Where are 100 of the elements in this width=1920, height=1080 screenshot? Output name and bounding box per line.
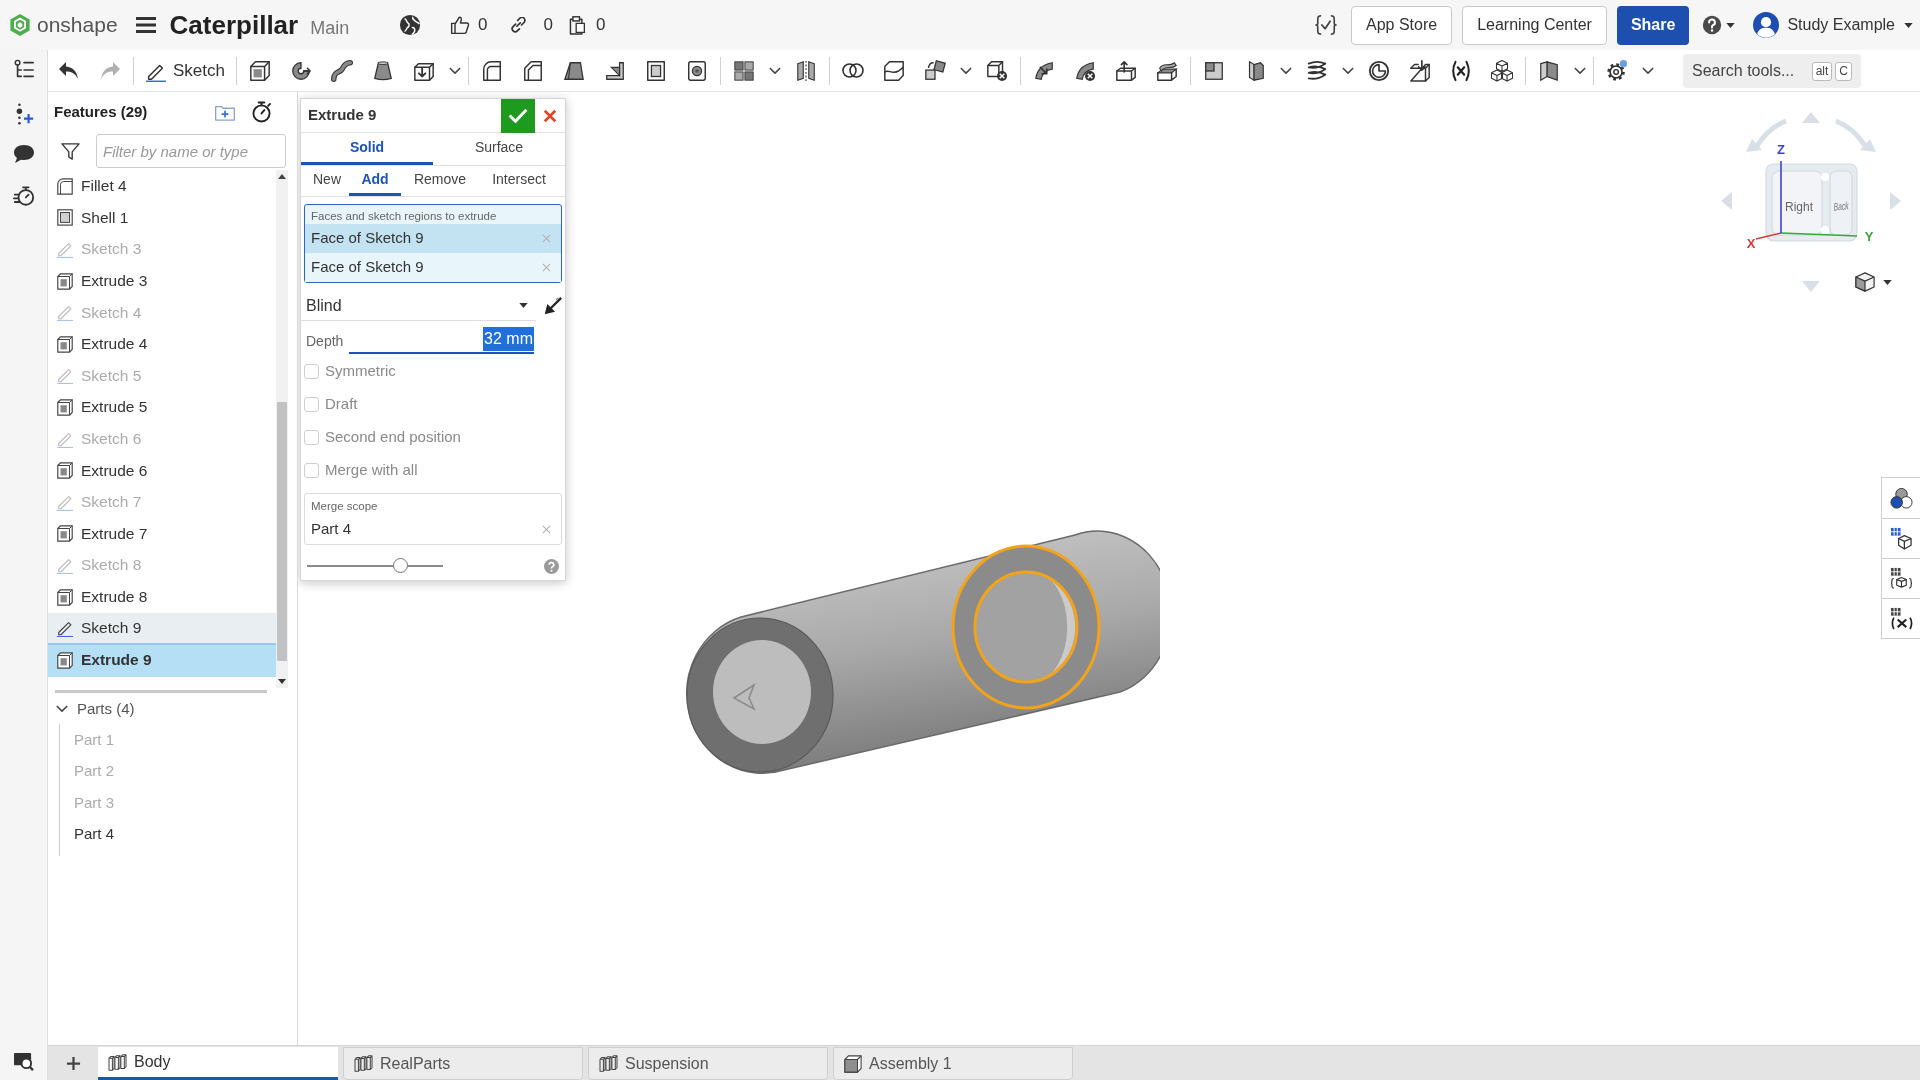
part-item[interactable]: Part 4 <box>60 818 259 850</box>
chevron-down-icon[interactable] <box>1280 66 1292 75</box>
selection-item[interactable]: Face of Sketch 9 <box>305 224 561 253</box>
header-button[interactable]: App Store <box>1351 5 1453 45</box>
share-button[interactable]: Share <box>1616 5 1690 45</box>
braces-check-icon[interactable] <box>1314 14 1338 36</box>
plane-icon[interactable] <box>1203 59 1225 82</box>
pie-circle-icon[interactable] <box>1368 59 1390 82</box>
selection-item[interactable]: Part 4 <box>305 516 561 543</box>
box-hole-icon[interactable] <box>686 59 708 82</box>
grid-squares-icon[interactable] <box>733 59 755 82</box>
document-tab[interactable]: Assembly 1 <box>833 1047 1073 1080</box>
filter-icon[interactable] <box>61 142 80 160</box>
feature-item[interactable]: Extrude 7 <box>48 518 276 551</box>
selection-field[interactable]: Faces and sketch regions to extrude Face of Sketch 9 Face of Sketch 9 <box>304 204 562 283</box>
box-up-arrow-icon[interactable] <box>1115 59 1137 82</box>
hollow-box-icon[interactable] <box>645 59 667 82</box>
checkbox[interactable] <box>304 463 319 478</box>
avatar-icon[interactable] <box>1753 12 1780 38</box>
feature-item[interactable]: Extrude 5 <box>48 392 276 424</box>
operation-tab[interactable]: New <box>305 166 349 196</box>
globe-icon[interactable] <box>399 14 421 36</box>
feature-item[interactable]: Extrude 3 <box>48 265 276 298</box>
flip-arrow-icon[interactable] <box>543 296 562 316</box>
depth-field[interactable]: 32 mm <box>349 328 534 354</box>
operation-tab[interactable]: Add <box>349 166 401 196</box>
box-icon[interactable] <box>249 59 271 82</box>
chevron-down-icon[interactable] <box>449 66 461 75</box>
bent-plate-icon[interactable] <box>1538 59 1560 82</box>
checkbox[interactable] <box>304 397 319 412</box>
undo-icon[interactable] <box>58 61 80 80</box>
document-tab[interactable]: Suspension <box>588 1047 828 1080</box>
document-tab[interactable]: RealParts <box>343 1047 583 1080</box>
feature-item[interactable]: Extrude 4 <box>48 328 276 361</box>
checkbox[interactable] <box>304 430 319 445</box>
l-bracket-icon[interactable] <box>604 59 626 82</box>
logo-icon[interactable] <box>9 13 31 37</box>
box-delete-icon[interactable] <box>986 59 1008 82</box>
thumbs-up-icon[interactable] <box>450 15 470 35</box>
operation-tab[interactable]: Remove <box>401 166 479 196</box>
frustum-icon[interactable] <box>372 59 394 82</box>
cube-stack-icon[interactable] <box>1491 59 1513 82</box>
header-button[interactable]: Learning Center <box>1462 5 1607 45</box>
feature-item[interactable]: Shell 1 <box>48 202 276 235</box>
overlapping-circles-icon[interactable] <box>842 63 864 78</box>
overlapping-discs-icon[interactable] <box>1889 486 1913 510</box>
feature-item[interactable]: Extrude 9 <box>48 644 276 677</box>
search-view-icon[interactable] <box>13 1052 34 1071</box>
stacked-surfaces-icon[interactable] <box>1156 59 1178 82</box>
caret-down-icon[interactable] <box>1904 22 1913 28</box>
body-type-tab[interactable]: Solid <box>301 133 433 165</box>
plus-icon[interactable] <box>65 1055 81 1071</box>
grid-variable-icon[interactable] <box>1889 607 1913 630</box>
scrollbar[interactable] <box>276 170 288 688</box>
caret-down-icon[interactable] <box>1883 279 1892 285</box>
feature-item[interactable]: Fillet 4 <box>48 171 276 203</box>
comment-icon[interactable] <box>12 144 35 164</box>
beveled-box-icon[interactable] <box>522 59 544 82</box>
feature-item[interactable]: Extrude 8 <box>48 581 276 614</box>
tilted-cubes-icon[interactable] <box>924 59 946 82</box>
cube-icon[interactable] <box>1855 272 1875 292</box>
feature-item[interactable]: Sketch 9 <box>48 613 276 645</box>
mirrored-shapes-icon[interactable] <box>795 59 817 82</box>
box-import-icon[interactable] <box>1409 59 1431 82</box>
help-icon[interactable] <box>1702 15 1723 35</box>
end-type-dropdown[interactable]: Blind <box>301 291 536 321</box>
chevron-down-icon[interactable] <box>1342 66 1354 75</box>
view-cube[interactable] <box>1765 163 1858 242</box>
chevron-down-icon[interactable] <box>1574 66 1586 75</box>
close-icon[interactable] <box>543 108 557 123</box>
grid-cube-icon[interactable] <box>1889 527 1913 550</box>
filter-field[interactable]: Filter by name or type <box>96 134 286 168</box>
accept-button[interactable] <box>501 98 535 133</box>
variable-icon[interactable] <box>1450 59 1472 82</box>
sketch-button[interactable]: Sketch <box>139 52 231 89</box>
curved-tube-icon[interactable] <box>331 59 353 82</box>
stopwatch-icon[interactable] <box>252 101 271 123</box>
stopwatch-icon[interactable] <box>12 186 35 206</box>
feature-item[interactable]: Extrude 6 <box>48 455 276 487</box>
caret-down-icon[interactable] <box>1726 22 1736 28</box>
curved-face-arrow-icon[interactable] <box>1033 59 1055 82</box>
operation-tab[interactable]: Intersect <box>479 166 559 196</box>
helix-icon[interactable] <box>1306 59 1328 82</box>
scrollbar-thumb[interactable] <box>277 402 287 661</box>
slider-thumb[interactable] <box>393 558 409 573</box>
merge-scope-field[interactable]: Merge scope Part 4 <box>304 493 562 545</box>
grid-braces-cube-icon[interactable] <box>1889 567 1913 590</box>
settings-icon[interactable] <box>1606 59 1628 82</box>
chevron-down-icon[interactable] <box>960 66 972 75</box>
chevron-down-icon[interactable] <box>1642 66 1654 75</box>
rounded-corner-icon[interactable] <box>481 59 503 82</box>
tapered-block-icon[interactable] <box>563 59 585 82</box>
curved-face-delete-icon[interactable] <box>1074 59 1096 82</box>
parts-group-header[interactable]: Parts (4) <box>48 694 297 724</box>
menu-icon[interactable] <box>135 17 156 33</box>
clipboard-icon[interactable] <box>567 15 586 35</box>
checkbox[interactable] <box>304 364 319 379</box>
chevron-down-icon[interactable] <box>769 66 781 75</box>
document-tab[interactable]: Body <box>98 1047 338 1080</box>
split-box-icon[interactable] <box>883 59 905 82</box>
